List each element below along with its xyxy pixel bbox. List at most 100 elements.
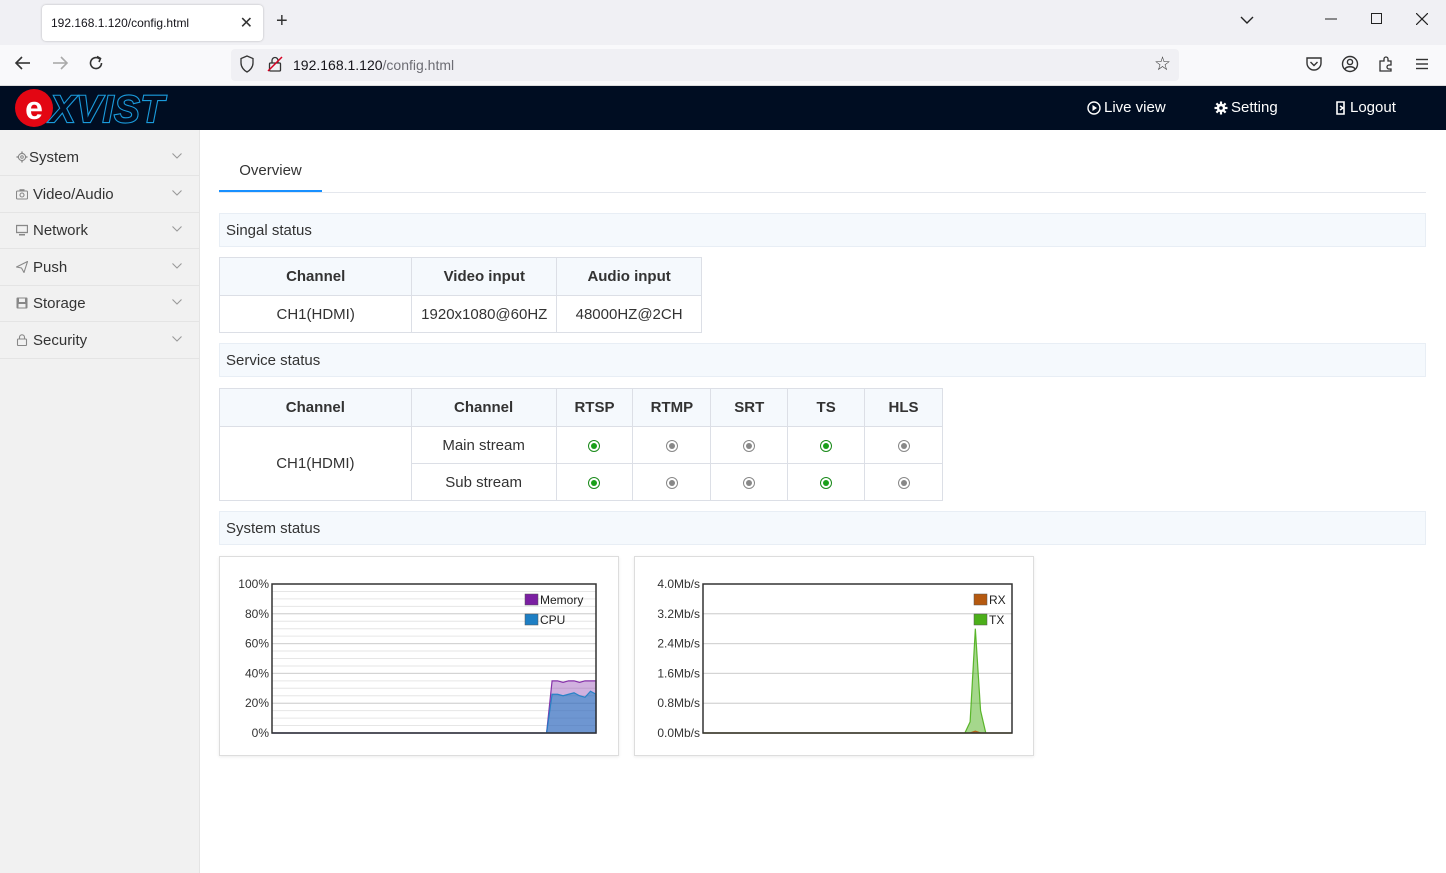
status-indicator-icon xyxy=(588,476,601,489)
y-tick-label: 4.0Mb/s xyxy=(657,577,700,591)
setting-link[interactable]: Setting xyxy=(1214,99,1278,116)
y-tick-label: 100% xyxy=(238,577,269,591)
table-header: Audio input xyxy=(556,257,702,296)
legend-swatch xyxy=(973,593,988,606)
series-area-tx xyxy=(703,628,1012,734)
setting-label: Setting xyxy=(1231,99,1278,116)
logout-icon xyxy=(1336,100,1345,115)
y-tick-label: 60% xyxy=(245,637,269,651)
browser-tab[interactable]: 192.168.1.120/config.html ✕ xyxy=(42,5,263,41)
sidebar-item-label: System xyxy=(29,149,80,166)
url-bar[interactable]: 192.168.1.120/config.html ☆ xyxy=(231,49,1179,81)
sidebar-item-label: Network xyxy=(33,222,89,239)
table-header: SRT xyxy=(710,388,789,427)
table-cell: CH1(HDMI) xyxy=(218,295,413,333)
svg-text:XVIST: XVIST xyxy=(48,89,167,129)
table-cell: Sub stream xyxy=(410,463,557,501)
table-header: TS xyxy=(787,388,866,427)
chevron-down-icon xyxy=(172,190,182,196)
logout-label: Logout xyxy=(1350,99,1396,116)
monitor-icon xyxy=(16,224,28,236)
status-indicator-icon xyxy=(897,439,910,452)
extensions-icon[interactable] xyxy=(1377,55,1395,73)
table-header: RTMP xyxy=(632,388,712,427)
y-tick-label: 0% xyxy=(252,726,270,740)
sidebar-item-system[interactable]: System xyxy=(0,140,199,176)
cpu-memory-chart: 100% 80% 60% 40% 20% 0% Memory CPU xyxy=(219,556,619,756)
send-icon xyxy=(16,261,28,273)
lock-icon xyxy=(16,334,28,346)
table-header: Video input xyxy=(411,257,558,296)
back-icon[interactable] xyxy=(14,54,32,77)
bookmark-star-icon[interactable]: ☆ xyxy=(1154,53,1171,76)
y-tick-label: 2.4Mb/s xyxy=(657,637,700,651)
sidebar-item-network[interactable]: Network xyxy=(0,213,199,249)
table-header: Channel xyxy=(219,388,412,427)
close-window-icon[interactable] xyxy=(1415,12,1429,30)
status-indicator-icon xyxy=(665,439,678,452)
reload-icon[interactable] xyxy=(87,54,105,77)
live-view-link[interactable]: Live view xyxy=(1087,99,1166,116)
main-tabs: Overview xyxy=(219,130,1426,193)
sidebar-item-label: Storage xyxy=(33,295,86,312)
y-tick-label: 1.6Mb/s xyxy=(657,666,700,680)
table-header: Channel xyxy=(218,257,413,296)
menu-icon[interactable] xyxy=(1413,55,1431,73)
shield-icon[interactable] xyxy=(239,55,255,73)
system-status-header: System status xyxy=(219,511,1426,545)
close-tab-icon[interactable]: ✕ xyxy=(240,13,253,33)
browser-nav-bar: 192.168.1.120/config.html ☆ xyxy=(0,45,1446,86)
chevron-down-icon xyxy=(172,299,182,305)
table-header: HLS xyxy=(864,388,943,427)
sidebar-item-storage[interactable]: Storage xyxy=(0,286,199,322)
url-text[interactable]: 192.168.1.120/config.html xyxy=(293,57,454,73)
y-tick-label: 0.0Mb/s xyxy=(657,726,700,740)
status-indicator-icon xyxy=(743,476,756,489)
live-view-label: Live view xyxy=(1104,99,1166,116)
sidebar: System Video/Audio Network Push Storage … xyxy=(0,130,200,873)
legend-swatch xyxy=(524,613,539,626)
tab-overview[interactable]: Overview xyxy=(219,130,322,192)
sidebar-item-label: Video/Audio xyxy=(33,186,114,203)
chevron-down-icon xyxy=(172,336,182,342)
status-indicator-icon xyxy=(897,476,910,489)
account-icon[interactable] xyxy=(1341,55,1359,73)
legend-label: CPU xyxy=(540,613,565,627)
y-tick-label: 0.8Mb/s xyxy=(657,696,700,710)
legend-swatch xyxy=(973,613,988,626)
chevron-down-icon xyxy=(172,263,182,269)
table-cell: CH1(HDMI) xyxy=(219,426,412,501)
legend-label: RX xyxy=(989,593,1006,607)
status-indicator-icon xyxy=(820,439,833,452)
new-tab-icon[interactable]: + xyxy=(276,10,288,33)
app-header: e XVIST XVIST Live view Setting Logout xyxy=(0,86,1446,130)
chevron-down-icon xyxy=(172,226,182,232)
signal-status-table: Channel Video input Audio input CH1(HDMI… xyxy=(218,257,702,333)
sidebar-item-video-audio[interactable]: Video/Audio xyxy=(0,177,199,213)
table-row: CH1(HDMI) Main stream xyxy=(219,426,943,501)
insecure-lock-icon[interactable] xyxy=(267,55,283,73)
minimize-icon[interactable] xyxy=(1325,12,1337,30)
sidebar-item-label: Push xyxy=(33,259,68,276)
status-indicator-icon xyxy=(743,439,756,452)
forward-icon[interactable] xyxy=(51,54,69,77)
chevron-down-icon xyxy=(172,153,182,159)
sidebar-item-push[interactable]: Push xyxy=(0,250,199,286)
maximize-icon[interactable] xyxy=(1371,12,1383,30)
network-traffic-chart: 4.0Mb/s 3.2Mb/s 2.4Mb/s 1.6Mb/s 0.8Mb/s 0.0Mb… xyxy=(634,556,1034,756)
table-cell: 48000HZ@2CH xyxy=(556,295,702,333)
pocket-icon[interactable] xyxy=(1305,55,1323,73)
table-cell: 1920x1080@60HZ xyxy=(411,295,558,333)
svg-text:e: e xyxy=(25,90,43,126)
disk-icon xyxy=(16,297,28,309)
sidebar-item-security[interactable]: Security xyxy=(0,323,199,359)
status-indicator-icon xyxy=(665,476,678,489)
logout-link[interactable]: Logout xyxy=(1335,99,1396,116)
table-cell: Main stream xyxy=(410,426,557,464)
legend-swatch xyxy=(524,593,539,606)
legend-label: TX xyxy=(989,613,1004,627)
browser-tab-bar: 192.168.1.120/config.html ✕ + xyxy=(0,0,1446,45)
exvist-logo: e XVIST XVIST xyxy=(15,88,167,129)
tab-list-chevron-icon[interactable] xyxy=(1240,12,1254,30)
y-tick-label: 40% xyxy=(245,666,269,680)
